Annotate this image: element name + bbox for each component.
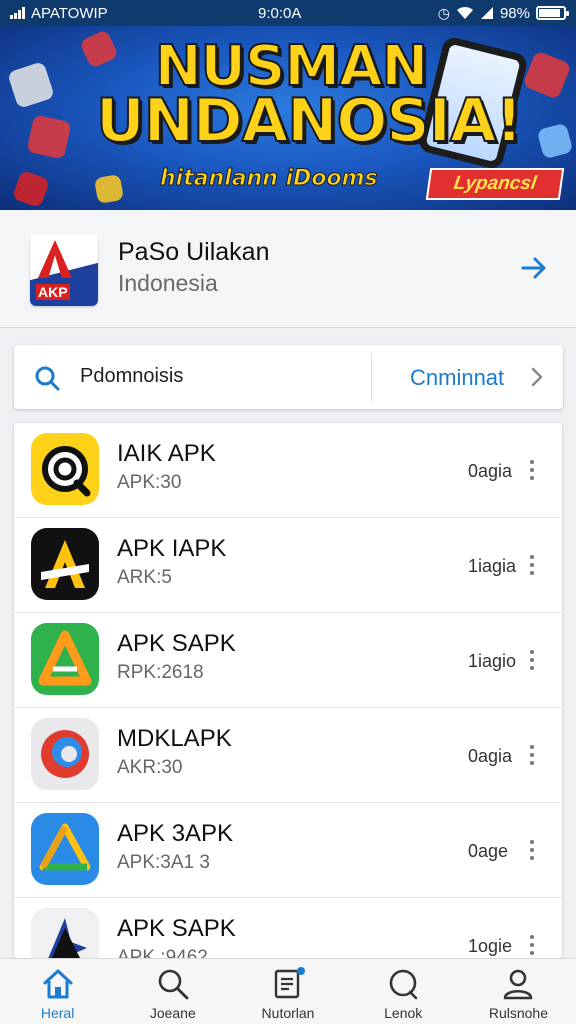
app-list-item[interactable]: APK IAPK ARK:5 1iagia xyxy=(14,518,562,613)
nav-label-profile: Rulsnohe xyxy=(488,1005,548,1021)
search-input[interactable]: Pdomnoisis xyxy=(80,365,183,388)
app-meta: 0age xyxy=(468,841,509,861)
store-logo-text: AKP xyxy=(36,284,70,300)
app-subtitle: AKR:30 xyxy=(117,757,183,778)
search-action-button[interactable]: Cnminnat xyxy=(410,365,504,391)
magnifier-app-icon xyxy=(31,433,99,505)
wifi-icon xyxy=(456,6,473,19)
more-vertical-icon[interactable] xyxy=(529,840,535,860)
profile-icon xyxy=(504,969,533,1000)
decor-tile xyxy=(11,169,51,209)
app-subtitle: APK:30 xyxy=(117,472,182,493)
app-subtitle: RPK:2618 xyxy=(117,662,204,683)
chevron-right-icon[interactable] xyxy=(526,365,548,389)
app-list-item[interactable]: IAIK APK APK:30 0agia xyxy=(14,423,562,518)
more-vertical-icon[interactable] xyxy=(529,650,535,670)
app-list: IAIK APK APK:30 0agia APK IAPK ARK:5 1ia… xyxy=(14,423,562,958)
search-icon xyxy=(35,366,60,391)
app-name: APK SAPK xyxy=(117,915,236,942)
decor-tile xyxy=(93,173,125,205)
more-vertical-icon[interactable] xyxy=(529,460,535,480)
store-name: PaSo Uilakan xyxy=(118,238,270,266)
arrow-right-icon[interactable] xyxy=(520,254,548,282)
search-bar[interactable]: Pdomnoisis Cnminnat xyxy=(14,345,563,409)
chat-icon xyxy=(389,969,418,1000)
app-name: APK SAPK xyxy=(117,630,236,657)
nav-label-documents: Nutorlan xyxy=(261,1005,315,1021)
app-name: MDKLAPK xyxy=(117,725,232,752)
banner-badge[interactable]: Lypancsl xyxy=(425,168,565,200)
app-meta: 1iagio xyxy=(468,651,517,671)
nav-label-chat: Lenok xyxy=(384,1005,423,1021)
bottom-navigation: Heral Joeane Nutorlan Lenok Rulsnohe xyxy=(0,958,576,1024)
app-name: APK IAPK xyxy=(117,535,227,562)
app-list-item[interactable]: APK SAPK APK :9462 1ogie xyxy=(14,898,562,958)
promo-banner[interactable]: NUSMAN UNDANOSIA! hitanlann iDooms Lypan… xyxy=(0,26,576,210)
search-icon xyxy=(158,969,189,1000)
app-subtitle: APK:3A1 3 xyxy=(117,852,210,873)
status-bar: APATOWIP 9:0:0A ◷ 98% xyxy=(0,0,576,26)
battery-percent: 98% xyxy=(499,4,530,22)
more-vertical-icon[interactable] xyxy=(529,745,535,765)
drive-app-icon xyxy=(31,813,99,885)
app-list-item[interactable]: APK SAPK RPK:2618 1iagio xyxy=(14,613,562,708)
store-logo: AKP xyxy=(30,234,98,306)
app-subtitle: APK :9462 xyxy=(117,947,208,958)
alarm-icon: ◷ xyxy=(437,4,450,21)
app-name: APK 3APK xyxy=(117,820,234,847)
carrier-label: APATOWIP xyxy=(31,4,108,22)
decor-tile xyxy=(7,61,55,109)
nav-item-chat[interactable]: Lenok xyxy=(346,959,461,1024)
app-meta: 1ogie xyxy=(468,936,513,956)
banner-subtitle: hitanlann iDooms xyxy=(160,166,379,192)
nav-item-home[interactable]: Heral xyxy=(0,959,115,1024)
swirl-app-icon xyxy=(31,718,99,790)
cellular-icon xyxy=(480,7,493,19)
app-list-item[interactable]: APK 3APK APK:3A1 3 0age xyxy=(14,803,562,898)
app-subtitle: ARK:5 xyxy=(117,567,172,588)
banner-title-line2: UNDANOSIA! xyxy=(95,86,524,156)
decor-tile xyxy=(536,122,574,160)
app-list-item[interactable]: MDKLAPK AKR:30 0agia xyxy=(14,708,562,803)
app-meta: 1iagia xyxy=(468,556,517,576)
home-icon xyxy=(43,969,73,999)
store-card[interactable]: AKP PaSo Uilakan Indonesia xyxy=(0,210,576,328)
nav-item-documents[interactable]: Nutorlan xyxy=(230,959,345,1024)
decor-tile xyxy=(26,114,72,160)
triangle-app-icon xyxy=(31,623,99,695)
search-divider xyxy=(371,353,372,401)
app-name: IAIK APK xyxy=(117,440,216,467)
battery-icon xyxy=(536,6,569,20)
nav-item-search[interactable]: Joeane xyxy=(115,959,230,1024)
nav-item-profile[interactable]: Rulsnohe xyxy=(461,959,576,1024)
decor-tile xyxy=(522,50,572,100)
nav-label-search: Joeane xyxy=(149,1005,196,1021)
a-logo-app-icon xyxy=(31,528,99,600)
more-vertical-icon[interactable] xyxy=(529,935,535,955)
clock: 9:0:0A xyxy=(258,4,302,22)
app-meta: 0agia xyxy=(468,461,513,481)
nav-label-home: Heral xyxy=(40,1005,75,1021)
signal-icon xyxy=(10,7,25,19)
more-vertical-icon[interactable] xyxy=(529,555,535,575)
app-meta: 0agia xyxy=(468,746,513,766)
banner-title: NUSMAN UNDANOSIA! xyxy=(95,38,524,156)
arrow-app-icon xyxy=(31,908,99,958)
store-country: Indonesia xyxy=(118,270,218,296)
